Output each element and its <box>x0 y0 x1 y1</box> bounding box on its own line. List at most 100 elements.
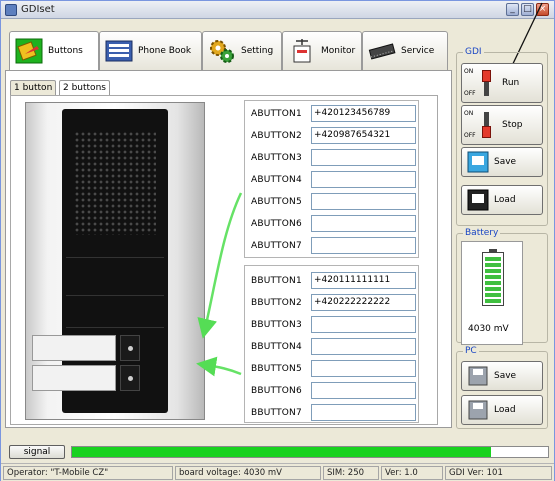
doorphone-front <box>32 109 168 413</box>
battery-icon <box>482 249 504 306</box>
bbutton-row: BBUTTON1 +420111111111 <box>245 271 418 290</box>
abutton-label: ABUTTON3 <box>251 153 302 163</box>
tab-phone-book[interactable]: Phone Book <box>99 31 202 71</box>
tab-monitor[interactable]: Monitor <box>282 31 362 71</box>
bbutton-row: BBUTTON5 <box>245 359 418 378</box>
bbutton-label: BBUTTON4 <box>251 342 302 352</box>
bbutton-label: BBUTTON2 <box>251 298 302 308</box>
button-b <box>120 365 140 391</box>
gdi-legend: GDI <box>463 47 484 57</box>
pc-load-label: Load <box>494 405 516 415</box>
device-load-icon <box>466 188 490 212</box>
abutton-label: ABUTTON5 <box>251 197 302 207</box>
pc-legend: PC <box>463 346 479 356</box>
title-bar: GDIset _ □ × <box>1 1 554 19</box>
signal-button[interactable]: signal <box>9 445 65 459</box>
abutton-number-input[interactable] <box>311 237 416 254</box>
bbutton-row: BBUTTON6 <box>245 381 418 400</box>
abutton-label: ABUTTON4 <box>251 175 302 185</box>
tab-buttons-label: Buttons <box>48 46 83 56</box>
signal-progress-fill <box>72 447 491 457</box>
gdi-load-button[interactable]: Load <box>461 185 543 215</box>
bbutton-number-input[interactable] <box>311 338 416 355</box>
abutton-label: ABUTTON2 <box>251 131 302 141</box>
app-window: GDIset _ □ × Buttons Phone Book Setting … <box>0 0 555 481</box>
button-a-label-plate <box>32 335 116 361</box>
gdi-load-label: Load <box>494 195 516 205</box>
tab-setting-label: Setting <box>241 46 274 56</box>
abutton-label: ABUTTON7 <box>251 241 302 251</box>
abutton-number-input[interactable]: +420987654321 <box>311 127 416 144</box>
minimize-button[interactable]: _ <box>506 3 519 16</box>
gdi-save-button[interactable]: Save <box>461 147 543 177</box>
abutton-row: ABUTTON2 +420987654321 <box>245 126 418 145</box>
abutton-row: ABUTTON4 <box>245 170 418 189</box>
abutton-row: ABUTTON1 +420123456789 <box>245 104 418 123</box>
abutton-number-input[interactable] <box>311 193 416 210</box>
abutton-group: ABUTTON1 +420123456789 ABUTTON2 +4209876… <box>244 100 419 258</box>
status-operator: Operator: "T-Mobile CZ" <box>3 466 173 480</box>
abutton-label: ABUTTON6 <box>251 219 302 229</box>
bbutton-number-input[interactable] <box>311 360 416 377</box>
bbutton-label: BBUTTON3 <box>251 320 302 330</box>
buttons-icon <box>14 37 44 65</box>
signal-progress-bar <box>71 446 549 458</box>
device-save-icon <box>466 150 490 174</box>
gdi-save-label: Save <box>494 157 517 167</box>
bbutton-number-input[interactable]: +420222222222 <box>311 294 416 311</box>
pc-load-icon <box>466 398 490 422</box>
status-sim: SIM: 250 <box>323 466 379 480</box>
abutton-row: ABUTTON3 <box>245 148 418 167</box>
phone-book-icon <box>104 37 134 65</box>
abutton-row: ABUTTON6 <box>245 214 418 233</box>
pc-load-button[interactable]: Load <box>461 395 543 425</box>
tab-buttons[interactable]: Buttons <box>9 31 99 71</box>
tab-setting[interactable]: Setting <box>202 31 282 71</box>
tab-service[interactable]: Service <box>362 31 448 71</box>
tab-monitor-label: Monitor <box>321 46 356 56</box>
abutton-row: ABUTTON7 <box>245 236 418 255</box>
app-icon <box>5 4 17 16</box>
abutton-number-input[interactable] <box>311 215 416 232</box>
status-gdi-version: GDI Ver: 101 <box>445 466 552 480</box>
abutton-number-input[interactable]: +420123456789 <box>311 105 416 122</box>
maximize-button[interactable]: □ <box>521 3 534 16</box>
pc-save-button[interactable]: Save <box>461 361 543 391</box>
bbutton-row: BBUTTON3 <box>245 315 418 334</box>
chip-icon <box>367 37 397 65</box>
tab-phone-book-label: Phone Book <box>138 46 192 56</box>
status-version: Ver: 1.0 <box>381 466 443 480</box>
bbutton-group: BBUTTON1 +420111111111 BBUTTON2 +4202222… <box>244 265 419 423</box>
tab-service-label: Service <box>401 46 435 56</box>
battery-voltage: 4030 mV <box>468 324 509 334</box>
bbutton-label: BBUTTON1 <box>251 276 302 286</box>
abutton-number-input[interactable] <box>311 171 416 188</box>
abutton-row: ABUTTON5 <box>245 192 418 211</box>
bbutton-number-input[interactable] <box>311 382 416 399</box>
subtab-1-button[interactable]: 1 button <box>10 80 57 96</box>
run-button[interactable]: ON OFF Run <box>461 63 543 103</box>
abutton-number-input[interactable] <box>311 149 416 166</box>
button-a <box>120 335 140 361</box>
bbutton-label: BBUTTON5 <box>251 364 302 374</box>
subtab-2-buttons[interactable]: 2 buttons <box>59 80 110 96</box>
bbutton-row: BBUTTON7 <box>245 403 418 422</box>
bbutton-label: BBUTTON6 <box>251 386 302 396</box>
gears-icon <box>207 37 237 65</box>
stop-label: Stop <box>502 120 523 130</box>
close-button[interactable]: × <box>536 3 549 16</box>
switch-off-icon: ON OFF <box>464 108 498 142</box>
stop-button[interactable]: ON OFF Stop <box>461 105 543 145</box>
battery-legend: Battery <box>463 228 501 238</box>
battery-panel: 4030 mV <box>461 241 523 345</box>
pc-save-icon <box>466 364 490 388</box>
window-title: GDIset <box>21 4 55 15</box>
bbutton-number-input[interactable] <box>311 316 416 333</box>
monitor-antenna-icon <box>287 37 317 65</box>
bbutton-number-input[interactable] <box>311 404 416 421</box>
button-b-label-plate <box>32 365 116 391</box>
status-bar: Operator: "T-Mobile CZ" board voltage: 4… <box>1 463 554 481</box>
doorphone-image <box>25 102 205 420</box>
pc-save-label: Save <box>494 371 517 381</box>
bbutton-number-input[interactable]: +420111111111 <box>311 272 416 289</box>
